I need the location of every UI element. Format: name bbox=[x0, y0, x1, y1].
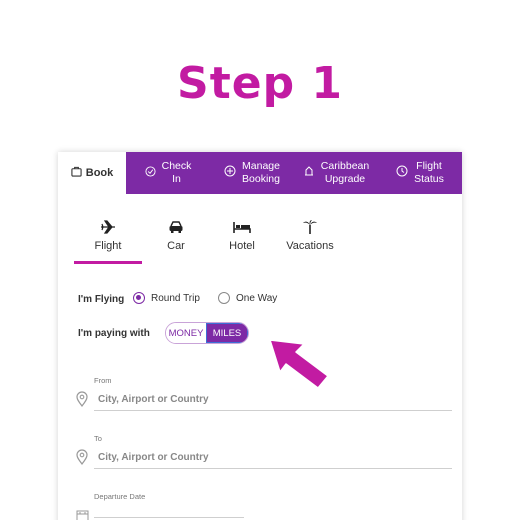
tab-book[interactable]: Book bbox=[58, 152, 126, 194]
calendar-icon bbox=[76, 508, 89, 520]
tab-caribbean-upgrade-label: Caribbean Upgrade bbox=[320, 160, 370, 185]
bed-icon bbox=[208, 218, 276, 236]
pointer-arrow-icon bbox=[266, 336, 332, 397]
subtab-flight-label: Flight bbox=[94, 240, 122, 252]
subtab-vacations[interactable]: Vacations bbox=[276, 218, 344, 252]
car-icon bbox=[142, 218, 210, 236]
active-subtab-indicator bbox=[74, 261, 142, 264]
from-field[interactable]: City, Airport or Country bbox=[76, 389, 452, 411]
radio-round-trip-label: Round Trip bbox=[151, 292, 200, 304]
subtab-hotel-label: Hotel bbox=[229, 240, 255, 252]
radio-round-trip-dot bbox=[133, 292, 145, 304]
radio-one-way-dot bbox=[218, 292, 230, 304]
from-underline bbox=[94, 410, 452, 411]
location-pin-icon bbox=[76, 449, 88, 470]
to-field[interactable]: City, Airport or Country bbox=[76, 447, 452, 469]
from-input[interactable]: City, Airport or Country bbox=[98, 394, 209, 405]
subtab-hotel[interactable]: Hotel bbox=[208, 218, 276, 252]
briefcase-icon bbox=[71, 166, 82, 180]
subtab-car[interactable]: Car bbox=[142, 218, 210, 252]
tab-check-in-label: Check In bbox=[161, 160, 192, 185]
to-input[interactable]: City, Airport or Country bbox=[98, 452, 209, 463]
check-icon bbox=[145, 165, 156, 181]
radio-round-trip[interactable]: Round Trip bbox=[133, 292, 200, 304]
booking-icon bbox=[224, 165, 236, 181]
radio-one-way-label: One Way bbox=[236, 292, 278, 304]
product-tabs: Flight Car Hotel Vacations bbox=[74, 218, 444, 264]
subtab-vacations-label: Vacations bbox=[286, 240, 334, 252]
toggle-money[interactable]: MONEY bbox=[166, 323, 206, 343]
payment-toggle: MONEY MILES bbox=[165, 322, 249, 344]
palm-tree-icon bbox=[276, 218, 344, 236]
subtab-car-label: Car bbox=[167, 240, 185, 252]
to-underline bbox=[94, 468, 452, 469]
paying-label: I'm paying with bbox=[78, 328, 150, 339]
tab-check-in[interactable]: Check In bbox=[126, 152, 210, 194]
tab-book-label: Book bbox=[85, 167, 114, 179]
plane-icon bbox=[74, 218, 142, 236]
departure-underline[interactable] bbox=[94, 517, 244, 518]
toggle-miles[interactable]: MILES bbox=[206, 323, 248, 343]
subtab-flight[interactable]: Flight bbox=[74, 218, 142, 264]
from-label: From bbox=[94, 376, 112, 385]
tab-flight-status-label: Flight Status bbox=[414, 160, 444, 185]
departure-label: Departure Date bbox=[94, 492, 146, 501]
main-tab-bar: Book Check In Manage Booking Caribbean U… bbox=[58, 152, 462, 194]
clock-icon bbox=[396, 165, 408, 181]
upgrade-icon bbox=[303, 165, 315, 181]
tab-manage-booking-label: Manage Booking bbox=[242, 160, 280, 185]
location-pin-icon bbox=[76, 391, 88, 412]
tab-manage-booking[interactable]: Manage Booking bbox=[210, 152, 294, 194]
tab-flight-status[interactable]: Flight Status bbox=[378, 152, 462, 194]
radio-one-way[interactable]: One Way bbox=[218, 292, 277, 304]
flying-label: I'm Flying bbox=[78, 294, 125, 305]
tab-caribbean-upgrade[interactable]: Caribbean Upgrade bbox=[294, 152, 378, 194]
to-label: To bbox=[94, 434, 102, 443]
step-heading: Step 1 bbox=[177, 58, 343, 109]
